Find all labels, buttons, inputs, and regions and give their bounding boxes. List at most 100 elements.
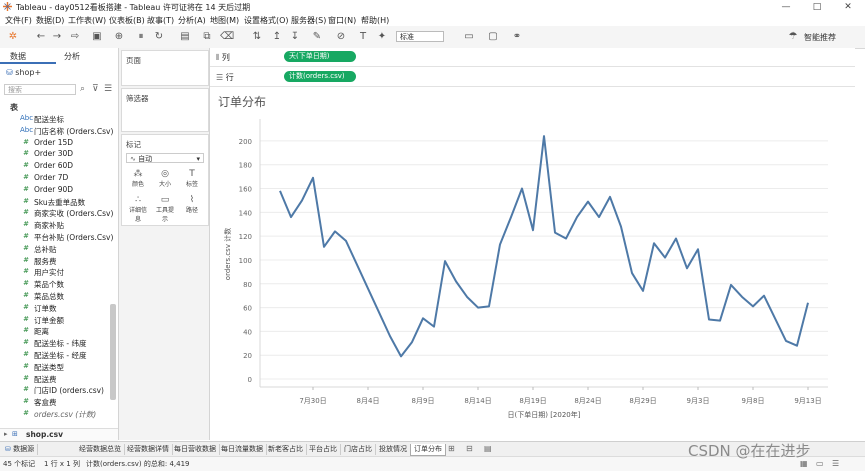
menu-window[interactable]: 窗口(N): [328, 15, 356, 26]
show-me-button[interactable]: 智能推荐: [804, 32, 836, 43]
field-item[interactable]: # 菜品个数: [23, 279, 64, 291]
menu-data[interactable]: 数据(D): [36, 15, 64, 26]
minimize-button[interactable]: —: [772, 0, 800, 14]
field-item[interactable]: # Order 60D: [23, 161, 73, 173]
tab-order-distribution[interactable]: 订单分布: [410, 444, 446, 456]
new-sheet-icon[interactable]: ▤: [178, 30, 192, 44]
menu-file[interactable]: 文件(F): [5, 15, 32, 26]
tab-overview[interactable]: 经营数据总览: [76, 444, 125, 455]
field-item[interactable]: # 服务费: [23, 256, 56, 268]
scrollbar[interactable]: [110, 304, 116, 400]
field-item[interactable]: # 客盒费: [23, 397, 56, 409]
new-dashboard-icon[interactable]: ⊟: [466, 444, 473, 453]
field-item[interactable]: Abc 配送坐标: [20, 114, 64, 126]
swap-icon[interactable]: ⇅: [250, 30, 264, 44]
new-story-icon[interactable]: ▤: [484, 444, 492, 453]
menu-server[interactable]: 服务器(S): [291, 15, 326, 26]
size-button[interactable]: ◎ 大小: [154, 169, 176, 189]
save-icon[interactable]: ▣: [90, 30, 104, 44]
show-me-icon[interactable]: ☂: [786, 30, 800, 44]
tab-platform[interactable]: 平台占比: [306, 444, 341, 455]
detail-button[interactable]: ∴ 详细信息: [127, 195, 149, 223]
field-item[interactable]: # 配送类型: [23, 362, 64, 374]
field-item[interactable]: Abc 门店名称 (Orders.Csv): [20, 126, 113, 138]
pages-card[interactable]: 页面: [121, 50, 209, 86]
field-item[interactable]: # 平台补贴 (Orders.Csv): [23, 232, 113, 244]
field-item[interactable]: # Sku去重单品数: [23, 197, 85, 209]
menu-format[interactable]: 设置格式(O): [244, 15, 289, 26]
field-item[interactable]: # 配送坐标 - 纬度: [23, 338, 86, 350]
path-button[interactable]: ⌇ 路径: [181, 195, 203, 215]
redo-list-icon[interactable]: ⇨: [68, 30, 82, 44]
collapse-icon[interactable]: ▸: [4, 430, 8, 438]
field-item[interactable]: # 门店ID (orders.csv): [23, 385, 104, 397]
field-item[interactable]: # 距离: [23, 326, 49, 338]
footer-datasource[interactable]: ▸ ⊞ shop.csv: [0, 428, 118, 441]
search-icon[interactable]: ⌕: [80, 84, 85, 94]
field-item[interactable]: # Order 15D: [23, 138, 73, 150]
tab-datasource[interactable]: ⛁ 数据源: [2, 444, 39, 455]
close-button[interactable]: ✕: [834, 0, 862, 14]
visualization[interactable]: 订单分布 0 20 40 60 80 100 120 140 160 180 200 7月30日 8月4…: [210, 89, 855, 440]
redo-icon[interactable]: →: [50, 30, 64, 44]
field-item[interactable]: # 用户实付: [23, 267, 64, 279]
field-item[interactable]: # 订单金额: [23, 315, 64, 327]
menu-help[interactable]: 帮助(H): [361, 15, 389, 26]
field-item[interactable]: # Order 7D: [23, 173, 68, 185]
field-item[interactable]: # 配送费: [23, 374, 56, 386]
duplicate-icon[interactable]: ⧉: [200, 30, 214, 44]
pin-icon[interactable]: ✦: [375, 30, 389, 44]
tab-daily-traffic[interactable]: 每日流量数据: [218, 444, 267, 455]
field-item[interactable]: # 商家实收 (Orders.Csv): [23, 208, 113, 220]
label-icon[interactable]: T: [356, 30, 370, 44]
field-item[interactable]: # 总补贴: [23, 244, 56, 256]
rows-pill[interactable]: 计数(orders.csv): [284, 71, 356, 82]
field-item[interactable]: # Order 90D: [23, 185, 73, 197]
tableau-home-icon[interactable]: ✲: [6, 30, 20, 44]
device-icon[interactable]: ▢: [486, 30, 500, 44]
line-chart[interactable]: 0 20 40 60 80 100 120 140 160 180 200 7月30日 8月4日 8月9日…: [210, 89, 855, 440]
field-item[interactable]: # 订单数: [23, 303, 56, 315]
share-icon[interactable]: ⚭: [510, 30, 524, 44]
rows-shelf[interactable]: ☰ 行 计数(orders.csv): [210, 68, 855, 87]
menu-map[interactable]: 地图(M): [210, 15, 239, 26]
new-datasource-icon[interactable]: ⊕: [112, 30, 126, 44]
tab-new-old[interactable]: 新老客占比: [265, 444, 307, 455]
mark-type-select[interactable]: ∿ 自动 ▾: [126, 153, 204, 163]
search-input[interactable]: 搜索: [4, 84, 76, 95]
fit-select[interactable]: 标准: [396, 31, 444, 42]
clear-sheet-icon[interactable]: ⌫: [220, 30, 234, 44]
presentation-icon[interactable]: ▭: [462, 30, 476, 44]
film-view-icon[interactable]: ▭: [816, 459, 824, 468]
tab-daily-revenue[interactable]: 每日营收数据: [171, 444, 220, 455]
columns-shelf[interactable]: ⫴ 列 天(下单日期): [210, 48, 855, 67]
pause-icon[interactable]: ⏸: [134, 30, 148, 44]
field-item[interactable]: # 菜品总数: [23, 291, 64, 303]
new-worksheet-icon[interactable]: ⊞: [448, 444, 455, 453]
filter-icon[interactable]: ⊽: [92, 84, 99, 94]
group-icon[interactable]: ⊘: [334, 30, 348, 44]
maximize-button[interactable]: □: [803, 0, 831, 14]
field-item[interactable]: # 配送坐标 - 经度: [23, 350, 86, 362]
datasource-name[interactable]: ⛁ shop+: [6, 68, 41, 77]
tab-analytics[interactable]: 分析: [64, 51, 80, 62]
columns-pill[interactable]: 天(下单日期): [284, 51, 356, 62]
menu-story[interactable]: 故事(T): [147, 15, 174, 26]
tab-details[interactable]: 经营数据详情: [124, 444, 173, 455]
tab-store[interactable]: 门店占比: [341, 444, 376, 455]
filters-card[interactable]: 筛选器: [121, 88, 209, 132]
menu-dashboard[interactable]: 仪表板(B): [109, 15, 145, 26]
highlight-icon[interactable]: ✎: [310, 30, 324, 44]
sort-desc-icon[interactable]: ↧: [288, 30, 302, 44]
tooltip-button[interactable]: ▭ 工具提示: [154, 195, 176, 223]
color-button[interactable]: ⁂ 颜色: [127, 169, 149, 189]
list-view-icon[interactable]: ☰: [832, 459, 839, 468]
label-button[interactable]: T 标签: [181, 169, 203, 189]
menu-worksheet[interactable]: 工作表(W): [68, 15, 106, 26]
field-item[interactable]: # Order 30D: [23, 149, 73, 161]
field-item[interactable]: # orders.csv (计数): [23, 409, 96, 421]
menu-analysis[interactable]: 分析(A): [178, 15, 206, 26]
tab-ads[interactable]: 投放情况: [376, 444, 411, 455]
refresh-icon[interactable]: ↻: [152, 30, 166, 44]
sort-asc-icon[interactable]: ↥: [270, 30, 284, 44]
